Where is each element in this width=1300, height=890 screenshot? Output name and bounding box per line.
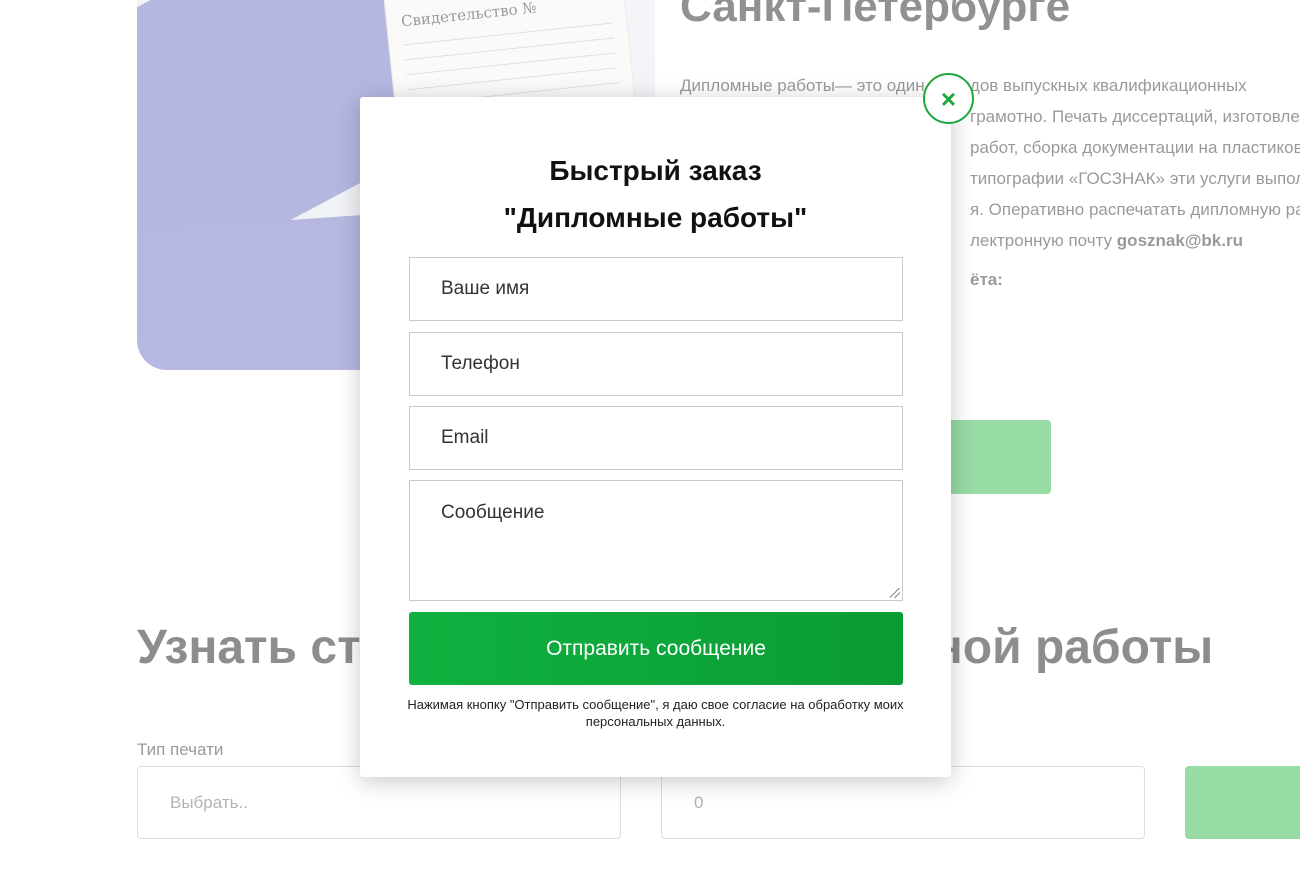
submit-button[interactable]: Отправить сообщение <box>409 612 903 685</box>
modal-title: Быстрый заказ "Дипломные работы" <box>360 147 951 241</box>
resize-handle-icon[interactable] <box>890 588 900 598</box>
message-placeholder: Сообщение <box>441 502 545 523</box>
email-field[interactable]: Email <box>409 406 903 470</box>
quick-order-modal: Быстрый заказ "Дипломные работы" Ваше им… <box>360 97 951 777</box>
name-field[interactable]: Ваше имя <box>409 257 903 321</box>
modal-title-line: "Дипломные работы" <box>503 202 808 233</box>
close-icon[interactable]: × <box>923 73 974 124</box>
phone-field[interactable]: Телефон <box>409 332 903 396</box>
modal-title-line: Быстрый заказ <box>549 155 762 186</box>
message-field[interactable]: Сообщение <box>409 480 903 601</box>
consent-text: Нажимая кнопку "Отправить сообщение", я … <box>407 697 904 729</box>
